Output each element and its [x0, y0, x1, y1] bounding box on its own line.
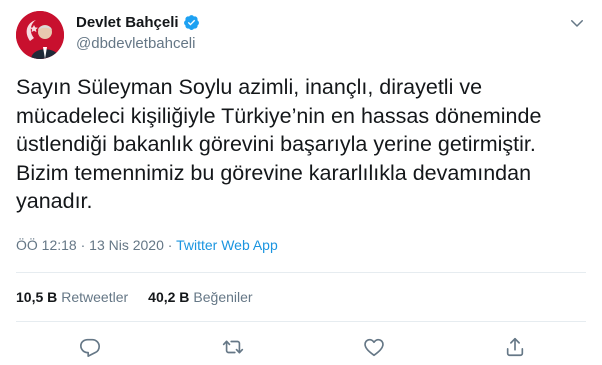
share-button[interactable] [503, 335, 527, 359]
verified-badge-icon [183, 14, 200, 31]
chevron-down-icon[interactable] [568, 14, 586, 32]
retweets-stat[interactable]: 10,5 B Retweetler [16, 289, 128, 305]
divider [16, 321, 586, 322]
tweet-time[interactable]: ÖÖ 12:18 [16, 237, 77, 253]
avatar[interactable] [16, 11, 64, 59]
profile-photo-icon [16, 11, 64, 59]
author-handle[interactable]: @dbdevletbahceli [76, 35, 195, 52]
author-name-row: Devlet Bahçeli [76, 14, 200, 31]
reply-button[interactable] [78, 335, 102, 359]
meta-separator: · [76, 237, 90, 253]
tweet-date[interactable]: 13 Nis 2020 [89, 237, 164, 253]
tweet-text: Sayın Süleyman Soylu azimli, inançlı, di… [16, 75, 542, 213]
tweet-source-link[interactable]: Twitter Web App [176, 237, 278, 253]
retweets-count: 10,5 B [16, 289, 58, 305]
heart-icon [364, 338, 384, 357]
retweet-button[interactable] [221, 335, 245, 359]
retweets-label: Retweetler [61, 289, 129, 305]
likes-label: Beğeniler [193, 289, 253, 305]
divider [16, 272, 586, 273]
likes-count: 40,2 B [148, 289, 190, 305]
like-button[interactable] [362, 335, 386, 359]
tweet-actions-bar [78, 335, 528, 359]
share-icon [506, 337, 524, 357]
author-display-name[interactable]: Devlet Bahçeli [76, 14, 179, 31]
likes-stat[interactable]: 40,2 B Beğeniler [148, 289, 252, 305]
meta-separator: · [163, 237, 177, 253]
retweet-icon [222, 340, 244, 354]
reply-icon [80, 338, 100, 357]
engagement-stats: 10,5 B Retweetler 40,2 B Beğeniler [16, 289, 273, 305]
tweet-metadata: ÖÖ 12:18 · 13 Nis 2020 · Twitter Web App [16, 237, 278, 253]
tweet-card: Devlet Bahçeli @dbdevletbahceli Sayın Sü… [0, 0, 602, 365]
